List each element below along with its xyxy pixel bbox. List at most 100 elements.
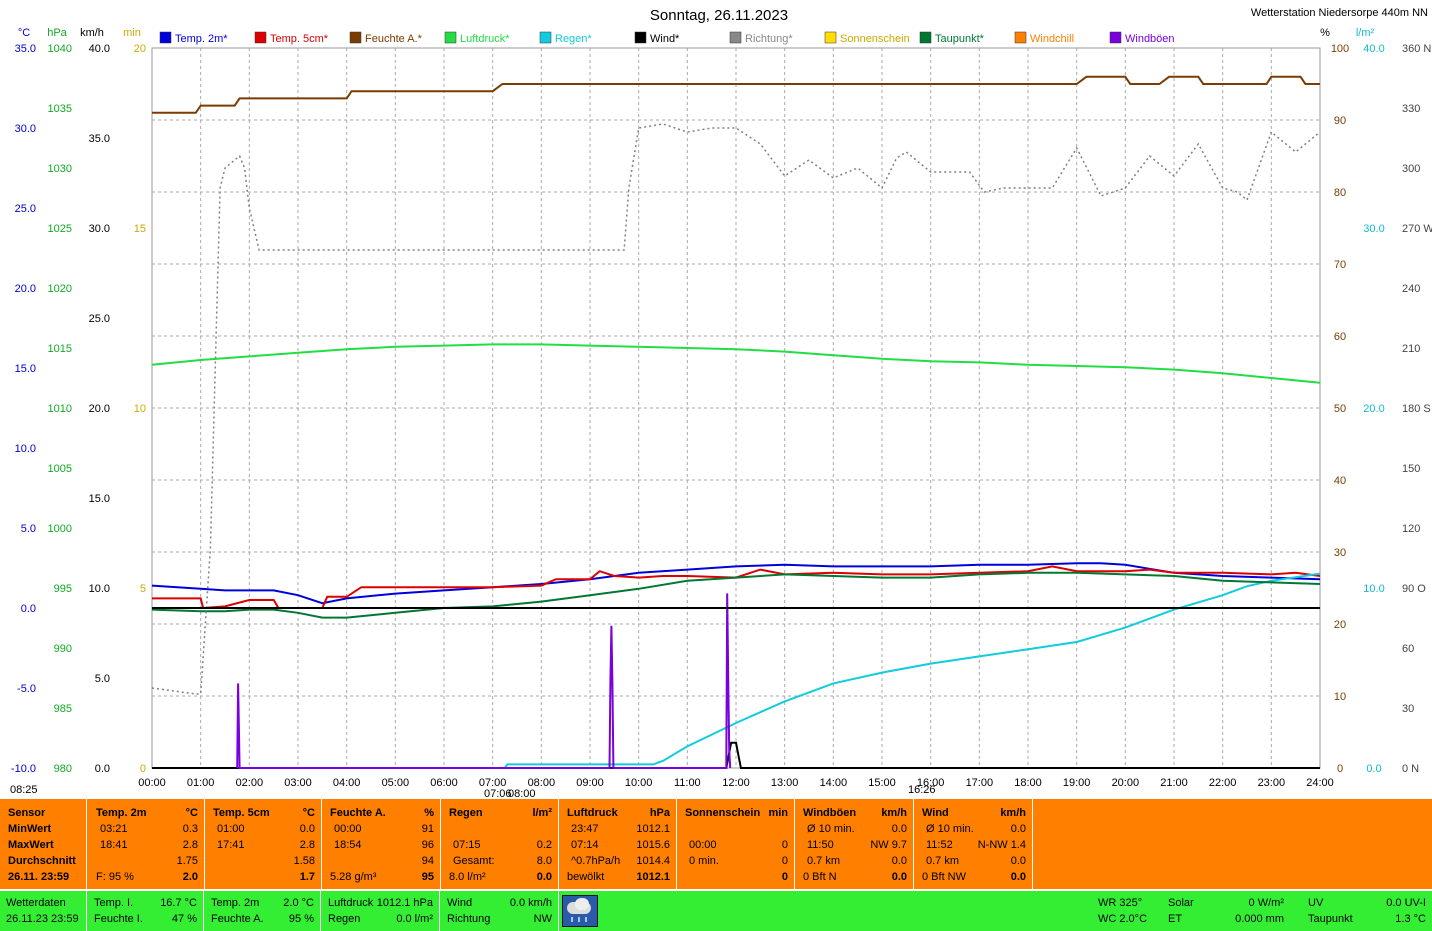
- stats-table: Sensor MinWert MaxWert Durchschnitt 26.1…: [0, 799, 1432, 889]
- pressure-tick-label: 1000: [48, 523, 72, 535]
- rain-tick-label: 20.0: [1363, 403, 1384, 415]
- temp-tick-label: 25.0: [15, 203, 36, 215]
- temp5cm-r4-value: 1.7: [299, 871, 315, 883]
- boeen-title: Windböen: [803, 807, 857, 819]
- x-tick-label: 04:00: [333, 777, 361, 789]
- sensor-title: Sensor: [8, 807, 46, 819]
- legend-swatch: [254, 31, 267, 44]
- x-tick-label: 14:00: [820, 777, 848, 789]
- footer-rg_l: Regen: [328, 913, 361, 925]
- x-tick-label: 05:00: [382, 777, 410, 789]
- direction-tick-label: 270 W: [1402, 223, 1432, 235]
- feuchte-title: Feuchte A.: [330, 807, 386, 819]
- rain-tick-label: 10.0: [1363, 583, 1384, 595]
- pressure-tick-label: 985: [54, 703, 72, 715]
- x-tick-label: 19:00: [1063, 777, 1091, 789]
- sunset-label: 16:26: [908, 784, 936, 796]
- pressure-tick-label: 1040: [48, 43, 72, 55]
- stats-col-regen: Regen l/m² 07:15 0.2 Gesamt: 8.0 8.0 l/m² 0.0: [441, 799, 559, 889]
- x-tick-label: 24:00: [1306, 777, 1334, 789]
- cloud-rain-icon: [562, 895, 598, 927]
- wind-tick-label: 0.0: [95, 763, 110, 775]
- legend-label: Windchill: [1030, 33, 1074, 45]
- footer-ri_l: Richtung: [447, 913, 491, 925]
- pressure-tick-label: 1005: [48, 463, 72, 475]
- regen-r4-label: 8.0 l/m²: [449, 871, 486, 883]
- series-feuchtea: [152, 75, 1320, 114]
- direction-tick-label: 300: [1402, 163, 1420, 175]
- current-label: 26.11. 23:59: [8, 871, 70, 883]
- temp2m-r2-value: 2.8: [182, 839, 198, 851]
- wind-r3-value: 0.0: [1010, 855, 1026, 867]
- stats-col-boeen: Windböen km/h Ø 10 min. 0.0 11:50 NW 9.7 0.7 k…: [795, 799, 914, 889]
- temp-tick-label: -5.0: [17, 683, 36, 695]
- x-tick-label: 20:00: [1112, 777, 1140, 789]
- sun-tick-label: 5: [140, 583, 146, 595]
- footer-uv_v: 0.0 UV-I: [1386, 897, 1426, 909]
- legend-label: Temp. 5cm*: [270, 33, 329, 45]
- footer-so_l: Solar: [1168, 897, 1194, 909]
- temp2m-r1-value: 0.3: [182, 823, 198, 835]
- x-tick-label: 22:00: [1209, 777, 1237, 789]
- feuchte-r4-label: 5.28 g/m³: [330, 871, 377, 883]
- footer-rg_v: 0.0 l/m²: [396, 913, 433, 925]
- boeen-r3-label: 0.7 km: [807, 855, 841, 867]
- humidity-tick-label: 50: [1334, 403, 1346, 415]
- legend-swatch: [1014, 31, 1027, 44]
- wind-tick-label: 25.0: [89, 313, 110, 325]
- legend-swatch: [729, 31, 742, 44]
- wind-r3-label: 0.7 km: [926, 855, 960, 867]
- footer-fa_v: 95 %: [288, 913, 314, 925]
- legend-label: Regen*: [555, 33, 592, 45]
- temp-tick-label: 35.0: [15, 43, 36, 55]
- direction-tick-label: 210: [1402, 343, 1420, 355]
- temp-tick-label: 20.0: [15, 283, 36, 295]
- x-tick-label: 15:00: [868, 777, 896, 789]
- x-tick-label: 01:00: [187, 777, 215, 789]
- humidity-tick-label: 100: [1331, 43, 1349, 55]
- stats-col-sonne: Sonnenschein min 00:00 0 0 min. 0 0: [677, 799, 795, 889]
- regen-title: Regen: [449, 807, 483, 819]
- direction-tick-label: 150: [1402, 463, 1420, 475]
- wind-tick-label: 15.0: [89, 493, 110, 505]
- footer-ti_l: Temp. I.: [94, 897, 134, 909]
- boeen-unit: km/h: [881, 807, 907, 819]
- wind-r1-label: Ø 10 min.: [926, 823, 974, 835]
- legend-label: Wind*: [650, 33, 680, 45]
- humidity-tick-label: 90: [1334, 115, 1346, 127]
- chart-grid: [151, 47, 1321, 769]
- x-tick-label: 10:00: [625, 777, 653, 789]
- chart-title: Sonntag, 26.11.2023: [650, 7, 788, 24]
- temp2m-title: Temp. 2m: [96, 807, 147, 819]
- direction-tick-label: 240: [1402, 283, 1420, 295]
- wind-tick-label: 10.0: [89, 583, 110, 595]
- feuchte-r2-value: 96: [421, 839, 434, 851]
- humidity-tick-label: 60: [1334, 331, 1346, 343]
- feuchte-r2-label: 18:54: [334, 839, 362, 851]
- temp-tick-label: 0.0: [21, 603, 36, 615]
- wind-tick-label: 5.0: [95, 673, 110, 685]
- footer-col-4: Wind 0.0 km/h Richtung NW: [441, 891, 559, 931]
- stats-col-luftdruck: Luftdruck hPa 23:47 1012.1 07:14 1015.6 ^0.7hP…: [559, 799, 677, 889]
- temp-tick-label: 10.0: [15, 443, 36, 455]
- sun-tick-label: 0: [140, 763, 146, 775]
- footer-ld_l: Luftdruck: [328, 897, 374, 909]
- wind-r4-value: 0.0: [1010, 871, 1026, 883]
- footer-wi_l: Wind: [447, 897, 473, 909]
- x-tick-label: 02:00: [236, 777, 264, 789]
- pressure-tick-label: 1030: [48, 163, 72, 175]
- stats-col-temp5cm: Temp. 5cm °C 01:00 0.0 17:41 2.8 1.58 1.7: [205, 799, 322, 889]
- chart-axes: 00:00 01:00 02:00 03:00 04:00 05:00 06:00 07:00…: [10, 27, 1432, 800]
- temp2m-r1-label: 03:21: [100, 823, 128, 835]
- legend-label: Temp. 2m*: [175, 33, 228, 45]
- axis-unit-temp: °C: [18, 27, 30, 39]
- temp2m-r4-value: 2.0: [182, 871, 198, 883]
- footer-col-0: Wetterdaten 26.11.23 23:59: [0, 891, 87, 931]
- temp-tick-label: -10.0: [11, 763, 36, 775]
- footer-bar: Wetterdaten 26.11.23 23:59 Temp. I. 16.7 °C…: [0, 891, 1432, 931]
- x-tick-label: 06:00: [430, 777, 458, 789]
- feuchte-r3-value: 94: [421, 855, 434, 867]
- footer-so_v: 0 W/m²: [1248, 897, 1284, 909]
- regen-unit: l/m²: [532, 807, 552, 819]
- chart-legend: Temp. 2m* Temp. 5cm* Feuchte A.* Luftdruck*…: [159, 31, 1175, 45]
